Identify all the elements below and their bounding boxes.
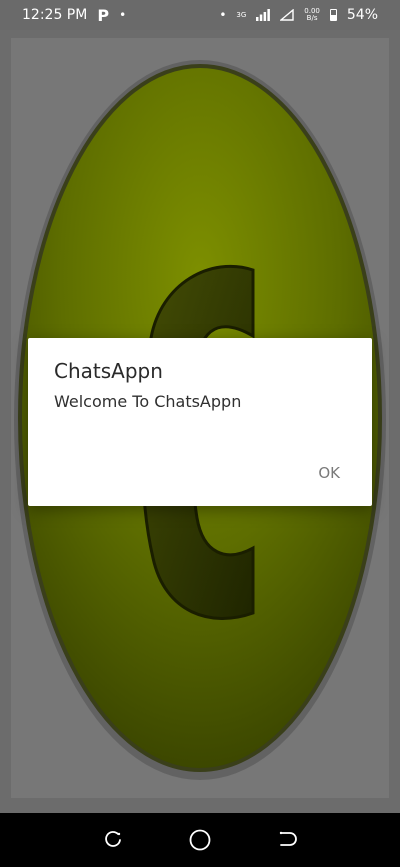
back-button[interactable]: [267, 820, 307, 860]
recent-apps-button[interactable]: [93, 820, 133, 860]
battery-icon: [329, 9, 337, 21]
welcome-dialog: ChatsAppn Welcome To ChatsAppn OK: [28, 338, 372, 506]
phone-screen: 12:25 PM P • • 3G 0.00 B/s 54% ChatsAppn…: [0, 0, 400, 867]
status-dot-right: •: [219, 8, 227, 22]
status-left: 12:25 PM P •: [22, 6, 126, 25]
dialog-title: ChatsAppn: [54, 359, 163, 383]
nav-bar: [0, 813, 400, 867]
speed-unit: B/s: [306, 14, 318, 22]
dialog-message: Welcome To ChatsAppn: [54, 392, 242, 411]
back-icon: [279, 831, 297, 846]
home-button[interactable]: [180, 820, 220, 860]
home-icon: [189, 829, 211, 851]
network-type: 3G: [236, 10, 247, 19]
ok-button[interactable]: OK: [312, 460, 346, 486]
speed-indicator: 0.00 B/s: [304, 8, 320, 22]
recent-apps-icon: [105, 831, 122, 847]
wifi-triangle-icon: [280, 9, 294, 21]
network-indicator: 3G: [236, 10, 247, 19]
battery-level: 54%: [346, 7, 378, 23]
status-right: • 3G 0.00 B/s 54%: [219, 7, 378, 23]
signal-bars-icon: [256, 9, 271, 21]
parking-p-icon: P: [97, 5, 110, 25]
status-bar: 12:25 PM P • • 3G 0.00 B/s 54%: [0, 0, 400, 30]
status-time: 12:25 PM: [22, 7, 88, 23]
notification-dot: •: [119, 8, 127, 22]
